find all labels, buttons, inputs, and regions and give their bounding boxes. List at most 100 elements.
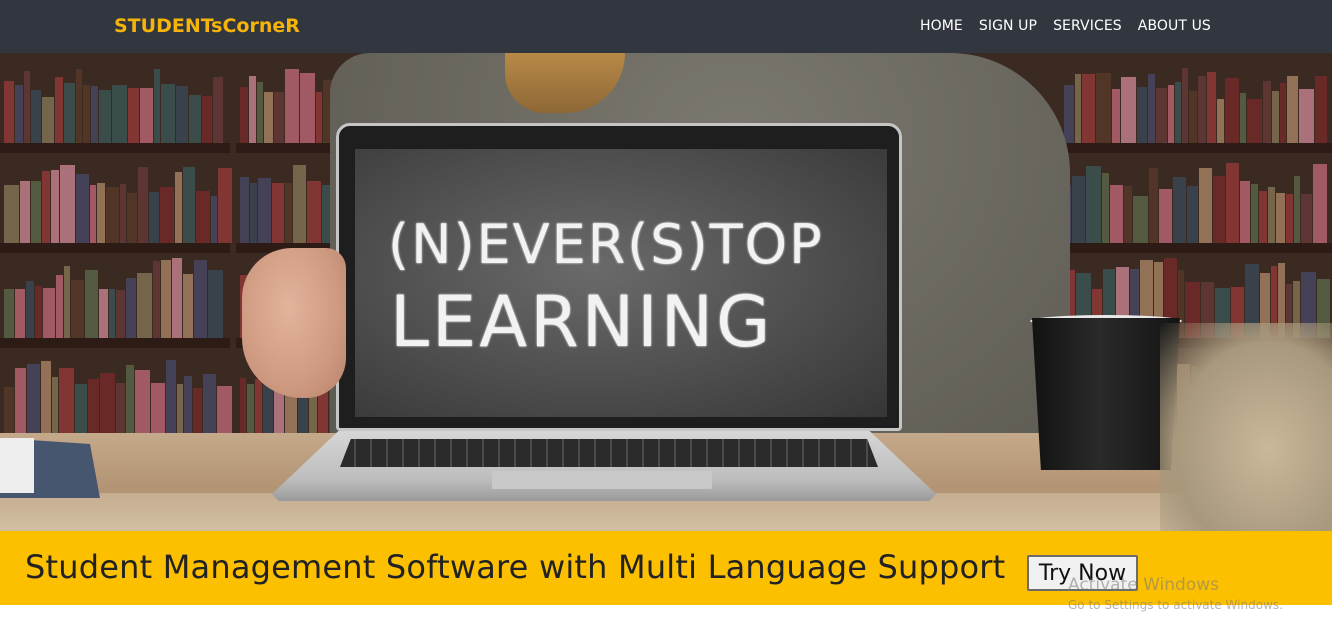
shelf-book [1286, 193, 1293, 243]
shelf-book [126, 278, 136, 338]
shelf-book [151, 383, 165, 433]
chalk-text-line-1: (N)EVER(S)TOP [388, 213, 824, 276]
chalk-text-line-2: LEARNING [390, 281, 774, 363]
shelf-book [1213, 176, 1225, 243]
brand-logo-text[interactable]: STUDENTsCorneR [114, 15, 300, 37]
shelf-book [153, 260, 160, 338]
shelf-book [1175, 82, 1181, 143]
shelf-book [1148, 73, 1155, 143]
shelf-book [1168, 84, 1174, 143]
shelf-book [175, 172, 182, 243]
shelf-book [194, 260, 207, 338]
shelf-book [274, 91, 284, 143]
person-hand [242, 248, 346, 398]
shelf-book [240, 177, 249, 243]
shelf-book [106, 187, 119, 243]
shelf-book [112, 84, 127, 143]
shelf-book [41, 360, 51, 433]
shelf-book [85, 269, 98, 338]
shelf-book [193, 388, 202, 433]
shelf-book [1149, 168, 1158, 243]
shelf-book [140, 87, 153, 143]
shelf-book [1187, 186, 1198, 243]
shelf-book [213, 77, 223, 143]
shelf-book [1287, 76, 1298, 143]
shelf-book [127, 193, 137, 243]
shelf-book [285, 183, 292, 243]
shelf-book [1189, 91, 1197, 143]
shelf-book [249, 75, 256, 143]
shelf-book [1159, 189, 1172, 243]
shelf-book [52, 377, 58, 433]
shelf-book [100, 372, 115, 433]
shelf-book [59, 367, 74, 433]
paper-sheet [0, 438, 34, 493]
shelf-book [307, 181, 321, 243]
shelf-book [1199, 167, 1212, 243]
shelf-book [1251, 184, 1258, 243]
try-now-button[interactable]: Try Now [1027, 555, 1138, 591]
shelf-book [4, 185, 19, 243]
shelf-board [0, 143, 230, 153]
shelf-book [99, 288, 108, 338]
shelf-book [1276, 192, 1285, 243]
shelf-book [31, 89, 41, 143]
shelf-book [1072, 176, 1085, 243]
shelf-book [258, 178, 271, 243]
nav-link-services[interactable]: SERVICES [1053, 18, 1122, 34]
shelf-book [208, 269, 223, 338]
shelf-board [1060, 143, 1332, 153]
shelf-book [116, 383, 125, 433]
shelf-book [1301, 193, 1312, 243]
shelf-book [1259, 190, 1267, 243]
shelf-book [177, 383, 183, 433]
shelf-book [161, 260, 171, 338]
shelf-book [272, 183, 284, 243]
shelf-book [203, 374, 216, 433]
shelf-book [43, 288, 55, 338]
shelf-book [26, 281, 34, 338]
shelf-book [1112, 89, 1120, 143]
shelf-book [109, 288, 115, 338]
shelf-book [42, 96, 54, 143]
shelf-book [138, 166, 148, 243]
shelf-book [1280, 83, 1286, 143]
shelf-book [15, 289, 25, 338]
shelf-book [1299, 89, 1314, 143]
shelf-board [0, 338, 230, 348]
shelf-book [4, 386, 14, 433]
shelf-book [75, 383, 87, 433]
shelf-book [64, 83, 75, 143]
shelf-book [126, 365, 134, 433]
shelf-book [15, 368, 26, 433]
shelf-book [97, 182, 105, 243]
shelf-book [217, 385, 232, 433]
shelf-book [90, 185, 96, 243]
shelf-book [1313, 163, 1327, 243]
nav-link-home[interactable]: HOME [920, 18, 963, 34]
shelf-book [83, 84, 90, 143]
shelf-book [24, 70, 30, 143]
shelf-book [172, 258, 182, 338]
shelf-book [1124, 185, 1132, 243]
shelf-book [1064, 84, 1074, 143]
shelf-book [15, 84, 23, 143]
banner-headline: Student Management Software with Multi L… [25, 548, 1006, 586]
shelf-book [1225, 78, 1239, 143]
shelf-book [1268, 186, 1275, 243]
shelf-book [1137, 86, 1147, 143]
shelf-book [71, 279, 84, 338]
shelf-book [1182, 67, 1188, 143]
shelf-book [20, 181, 30, 243]
shelf-book [1082, 74, 1095, 143]
shelf-book [257, 81, 263, 143]
shelf-book [211, 195, 217, 243]
nav-link-about-us[interactable]: ABOUT US [1138, 18, 1211, 34]
shelf-book [27, 363, 40, 433]
shelf-book [1240, 181, 1250, 243]
shelf-book [1173, 177, 1186, 243]
shelf-book [91, 85, 98, 143]
shelf-book [250, 182, 257, 243]
shelf-book [64, 265, 70, 338]
nav-link-sign-up[interactable]: SIGN UP [979, 18, 1037, 34]
